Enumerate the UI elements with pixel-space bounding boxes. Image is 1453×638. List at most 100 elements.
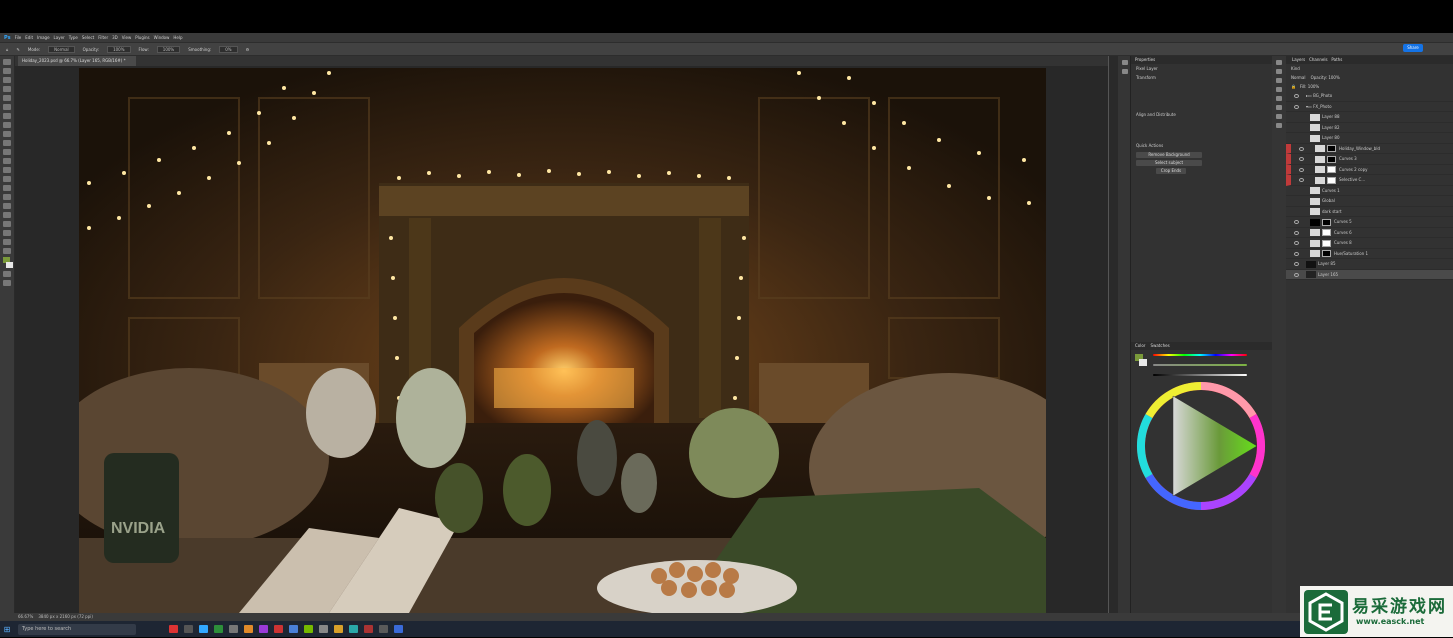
layer-row[interactable]: Layer 80 <box>1286 133 1453 144</box>
photoshop-taskbar-icon[interactable] <box>199 625 208 633</box>
saturation-slider[interactable] <box>1153 364 1247 366</box>
quick-actions-label[interactable]: Quick Actions <box>1131 141 1272 150</box>
menu-plugins[interactable]: Plugins <box>135 35 149 40</box>
menu-edit[interactable]: Edit <box>25 35 33 40</box>
layer-row[interactable]: Holiday_Window_bld <box>1286 143 1453 154</box>
pen-tool-icon[interactable] <box>3 194 11 200</box>
gradient-tool-icon[interactable] <box>3 167 11 173</box>
layer-row[interactable]: ▸▭ BG_Photo <box>1286 91 1453 102</box>
move-tool-icon[interactable] <box>3 59 11 65</box>
align-section-label[interactable]: Align and Distribute <box>1131 110 1272 119</box>
menu-view[interactable]: View <box>122 35 132 40</box>
eyedropper-tool-icon[interactable] <box>3 113 11 119</box>
zoom-tool-icon[interactable] <box>3 239 11 245</box>
menu-3d[interactable]: 3D <box>112 35 118 40</box>
hand-tool-icon[interactable] <box>3 230 11 236</box>
shape-tool-icon[interactable] <box>3 221 11 227</box>
history-icon[interactable] <box>1276 60 1282 65</box>
styles-icon[interactable] <box>1276 114 1282 119</box>
layer-row[interactable]: ▾▭ FX_Photo <box>1286 102 1453 112</box>
taskbar-app-icon[interactable] <box>274 625 283 633</box>
gear-icon[interactable]: ⚙ <box>246 47 250 52</box>
blend-mode-select[interactable]: Normal <box>1291 75 1305 80</box>
eye-icon[interactable] <box>1294 262 1299 266</box>
history-brush-tool-icon[interactable] <box>3 149 11 155</box>
tab-paths[interactable]: Paths <box>1331 57 1342 62</box>
taskbar-app-icon[interactable] <box>244 625 253 633</box>
properties-dock-icon[interactable] <box>1122 60 1128 65</box>
panel-collapse-rail[interactable] <box>1108 56 1118 613</box>
menu-type[interactable]: Type <box>69 35 78 40</box>
remove-background-button[interactable]: Remove Background <box>1136 152 1202 158</box>
tab-color[interactable]: Color <box>1135 343 1145 348</box>
crop-ends-button[interactable]: Crop Ends <box>1156 168 1186 174</box>
eye-icon[interactable] <box>1294 230 1299 235</box>
type-tool-icon[interactable] <box>3 203 11 209</box>
taskbar-app-icon[interactable] <box>379 625 388 633</box>
document-tab[interactable]: Holiday_2023.psd @ 66.7% (Layer 165, RGB… <box>18 56 136 66</box>
taskbar-app-icon[interactable] <box>214 625 223 633</box>
frame-tool-icon[interactable] <box>3 104 11 110</box>
layer-row[interactable]: Hue/Saturation 1 <box>1286 249 1453 259</box>
windows-start-icon[interactable]: ⊞ <box>0 621 14 637</box>
tab-swatches[interactable]: Swatches <box>1151 343 1170 348</box>
blur-tool-icon[interactable] <box>3 176 11 182</box>
layer-row[interactable]: Curves 2 copy <box>1286 164 1453 175</box>
document-canvas[interactable]: NVIDIA <box>79 68 1046 613</box>
zoom-level[interactable]: 66.67% <box>18 614 33 619</box>
eye-icon[interactable] <box>1299 157 1304 161</box>
properties-tab[interactable]: Properties <box>1131 56 1272 64</box>
eraser-tool-icon[interactable] <box>3 158 11 164</box>
layer-opacity-value[interactable]: 100% <box>1328 75 1339 80</box>
screen-mode-icon[interactable] <box>3 280 11 286</box>
quick-select-tool-icon[interactable] <box>3 86 11 92</box>
layer-row[interactable]: Curves 8 <box>1286 238 1453 249</box>
more-tools-icon[interactable] <box>3 248 11 254</box>
layer-row[interactable]: Curves 1 <box>1286 186 1453 196</box>
layer-row[interactable]: Curves 3 <box>1286 154 1453 165</box>
taskbar-app-icon[interactable] <box>289 625 298 633</box>
transform-section-label[interactable]: Transform <box>1131 73 1272 82</box>
eye-icon[interactable] <box>1299 167 1304 172</box>
taskbar-app-icon[interactable] <box>169 625 178 633</box>
smoothing-field[interactable]: 0% <box>219 45 238 53</box>
layer-row[interactable]: Global <box>1286 196 1453 207</box>
eye-icon[interactable] <box>1294 104 1299 109</box>
eye-icon[interactable] <box>1294 220 1299 224</box>
healing-tool-icon[interactable] <box>3 122 11 128</box>
path-select-tool-icon[interactable] <box>3 212 11 218</box>
taskbar-app-icon[interactable] <box>229 625 238 633</box>
mode-select[interactable]: Normal <box>48 45 75 53</box>
crop-tool-icon[interactable] <box>3 95 11 101</box>
quick-mask-icon[interactable] <box>3 271 11 277</box>
taskbar-app-icon[interactable] <box>184 625 193 633</box>
layer-row[interactable]: Curves 6 <box>1286 228 1453 238</box>
layer-row[interactable]: Layer 82 <box>1286 123 1453 133</box>
layer-row[interactable]: Layer 88 <box>1286 112 1453 123</box>
hue-slider[interactable] <box>1153 354 1247 356</box>
layer-fill-value[interactable]: 100% <box>1308 84 1319 89</box>
share-button[interactable]: Share <box>1403 44 1423 52</box>
menu-help[interactable]: Help <box>173 35 182 40</box>
lasso-tool-icon[interactable] <box>3 77 11 83</box>
menu-select[interactable]: Select <box>82 35 94 40</box>
paths-icon[interactable] <box>1276 96 1282 101</box>
color-bg-swatch[interactable] <box>1139 359 1147 366</box>
libraries-icon[interactable] <box>1276 78 1282 83</box>
eye-icon[interactable] <box>1294 272 1299 277</box>
brush-tool-icon[interactable] <box>3 131 11 137</box>
opacity-field[interactable]: 100% <box>107 45 131 53</box>
menu-image[interactable]: Image <box>37 35 50 40</box>
lock-icon[interactable]: 🔒 <box>1291 84 1296 89</box>
menu-window[interactable]: Window <box>154 35 170 40</box>
menu-filter[interactable]: Filter <box>98 35 108 40</box>
taskbar-app-icon[interactable] <box>349 625 358 633</box>
layer-row[interactable]: Curves 5 <box>1286 217 1453 228</box>
layer-filter-kind[interactable]: Kind <box>1291 66 1300 71</box>
eye-icon[interactable] <box>1294 241 1299 245</box>
taskbar-app-icon[interactable] <box>364 625 373 633</box>
taskbar-app-icon[interactable] <box>394 625 403 633</box>
menu-layer[interactable]: Layer <box>54 35 65 40</box>
select-subject-button[interactable]: Select subject <box>1136 160 1202 166</box>
info-icon[interactable] <box>1276 123 1282 128</box>
